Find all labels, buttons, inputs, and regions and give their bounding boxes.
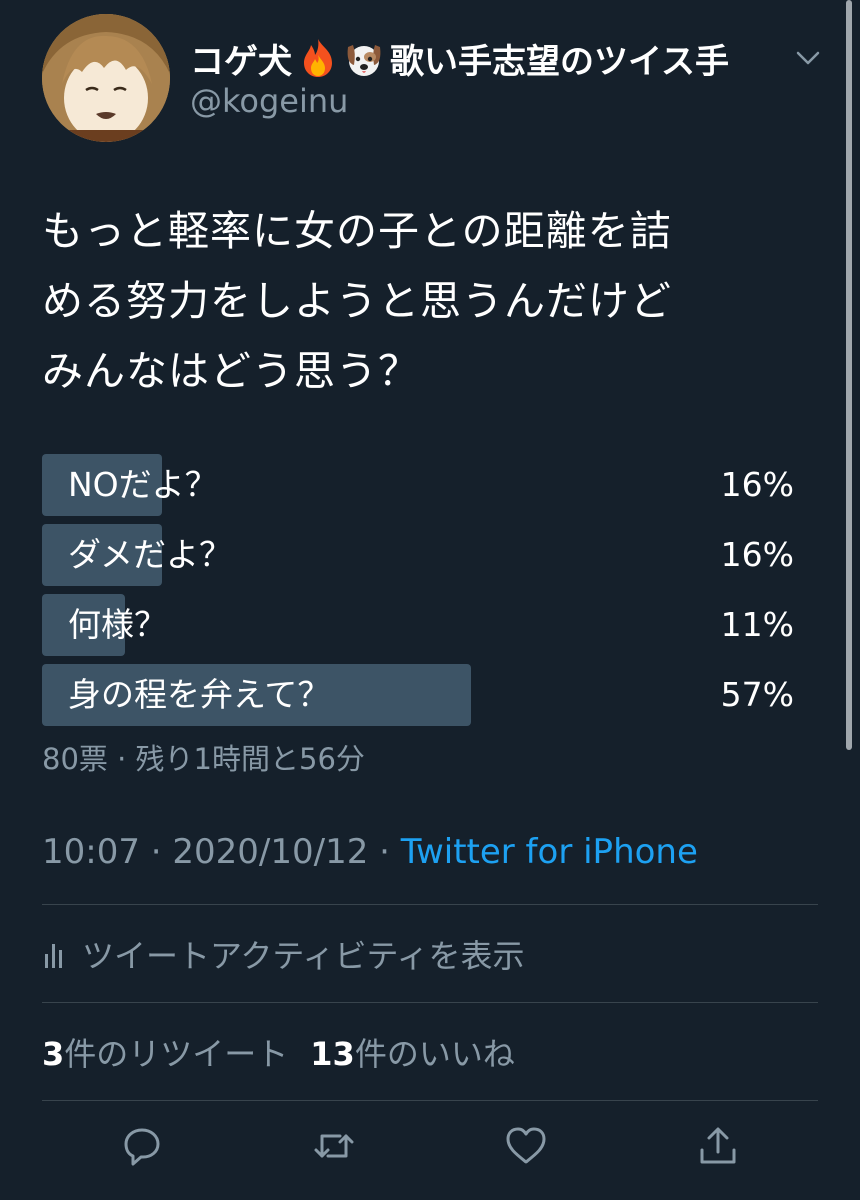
poll-option[interactable]: ダメだよ？ 16%	[42, 524, 794, 586]
tweet-text-line: める努力をしようと思うんだけど	[42, 277, 672, 325]
poll-option-percent: 57%	[720, 675, 794, 714]
poll-option-percent: 11%	[720, 605, 794, 644]
tweet-timestamp: 10:07 · 2020/10/12 · Twitter for iPhone	[42, 832, 698, 872]
retweets-count: 3	[42, 1035, 65, 1073]
poll-option-label: 身の程を弁えて？	[68, 675, 331, 714]
display-name-suffix: 歌い手志望のツイス手	[390, 41, 729, 82]
likes-count: 13	[310, 1035, 355, 1073]
reply-icon[interactable]	[118, 1122, 166, 1170]
share-icon[interactable]	[694, 1122, 742, 1170]
tweet-text-line: みんなはどう思う？	[42, 347, 420, 395]
heart-icon[interactable]	[502, 1122, 550, 1170]
divider	[42, 904, 818, 905]
poll-option-label: NOだよ？	[68, 465, 218, 504]
tweet-activity-label: ツイートアクティビティを表示	[82, 937, 525, 975]
tweet-stats: 3件のリツイート 13件のいいね	[42, 1022, 537, 1082]
poll-meta: 80票 · 残り1時間と56分	[42, 742, 365, 776]
poll-option[interactable]: 何様？ 11%	[42, 594, 794, 656]
bar-chart-icon	[42, 938, 70, 970]
tweet-activity-link[interactable]: ツイートアクティビティを表示	[42, 924, 525, 984]
poll-option[interactable]: NOだよ？ 16%	[42, 454, 794, 516]
user-handle[interactable]: @kogeinu	[190, 82, 348, 120]
tweet-text: もっと軽率に女の子との距離を詰 める努力をしようと思うんだけど みんなはどう思う…	[42, 196, 802, 406]
scrollbar[interactable]	[846, 0, 852, 750]
tweet-time-date[interactable]: 10:07 · 2020/10/12 ·	[42, 832, 401, 872]
likes-label: 件のいいね	[354, 1035, 515, 1073]
divider	[42, 1100, 818, 1101]
avatar[interactable]	[42, 14, 170, 142]
chevron-down-icon[interactable]	[790, 40, 826, 76]
dog-face-icon	[344, 37, 384, 79]
tweet-source-link[interactable]: Twitter for iPhone	[401, 832, 698, 872]
likes-stat[interactable]: 13件のいいね	[310, 1029, 515, 1075]
tweet-detail: コゲ犬 歌い手志望のツイス手 @kogeinu もっと軽率に女の子との距離を詰 …	[0, 0, 860, 1200]
retweet-icon[interactable]	[310, 1122, 358, 1170]
tweet-text-line: もっと軽率に女の子との距離を詰	[42, 207, 672, 255]
divider	[42, 1002, 818, 1003]
retweets-label: 件のリツイート	[64, 1035, 289, 1073]
poll-option-label: 何様？	[68, 605, 167, 644]
display-name-text: コゲ犬	[190, 41, 292, 82]
display-name[interactable]: コゲ犬 歌い手志望のツイス手	[190, 34, 729, 82]
poll-option-percent: 16%	[720, 535, 794, 574]
retweets-stat[interactable]: 3件のリツイート	[42, 1029, 288, 1075]
poll-option[interactable]: 身の程を弁えて？ 57%	[42, 664, 794, 726]
fire-icon	[298, 37, 338, 79]
poll-option-label: ダメだよ？	[68, 535, 233, 574]
poll-option-percent: 16%	[720, 465, 794, 504]
